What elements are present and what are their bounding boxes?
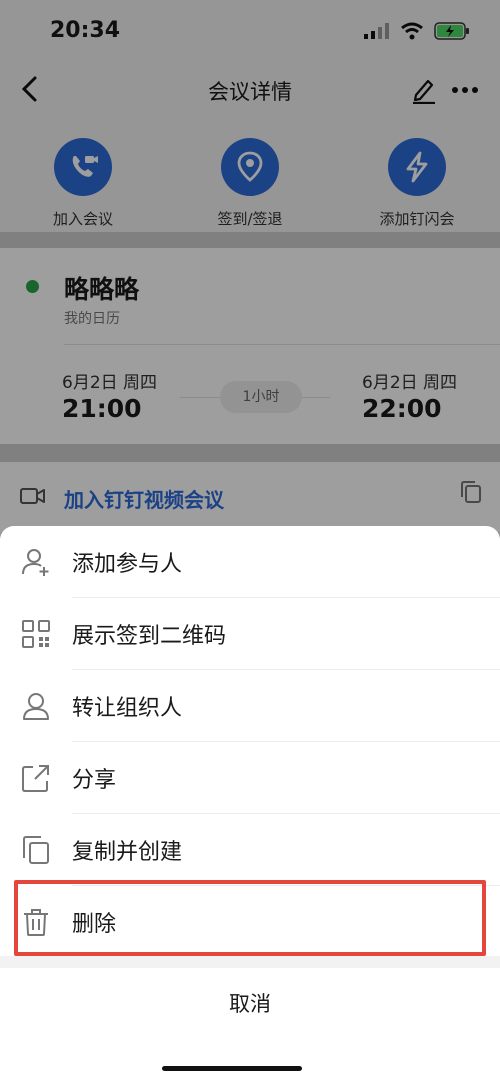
menu-label: 展示签到二维码 [72,624,227,649]
cancel-button[interactable]: 取消 [0,968,500,1040]
highlight-box [14,880,486,956]
menu-item-add-participant[interactable]: 添加参与人 [0,526,500,598]
home-indicator [162,1066,302,1071]
menu-label: 分享 [72,768,117,793]
menu-label: 转让组织人 [72,696,183,721]
menu-label: 添加参与人 [72,552,183,577]
menu-label: 复制并创建 [72,840,183,865]
menu-item-transfer-organizer[interactable]: 转让组织人 [0,670,500,742]
copy-icon [23,836,49,864]
add-person-icon [22,549,49,576]
action-sheet: 添加参与人 展示签到二维码 转让组织人 分享 复制并创建 删除 取消 [0,526,500,1083]
share-icon [22,765,49,792]
menu-item-copy-create[interactable]: 复制并创建 [0,814,500,886]
menu-item-share[interactable]: 分享 [0,742,500,814]
sheet-gap [0,956,500,968]
person-icon [23,693,49,720]
qr-code-icon [22,620,50,648]
meeting-detail-screen: 20:34 会议详情 加入会议 签到/签退 添加钉闪会 略略略 我的日历 6月2… [0,0,500,1083]
menu-item-show-qr[interactable]: 展示签到二维码 [0,598,500,670]
